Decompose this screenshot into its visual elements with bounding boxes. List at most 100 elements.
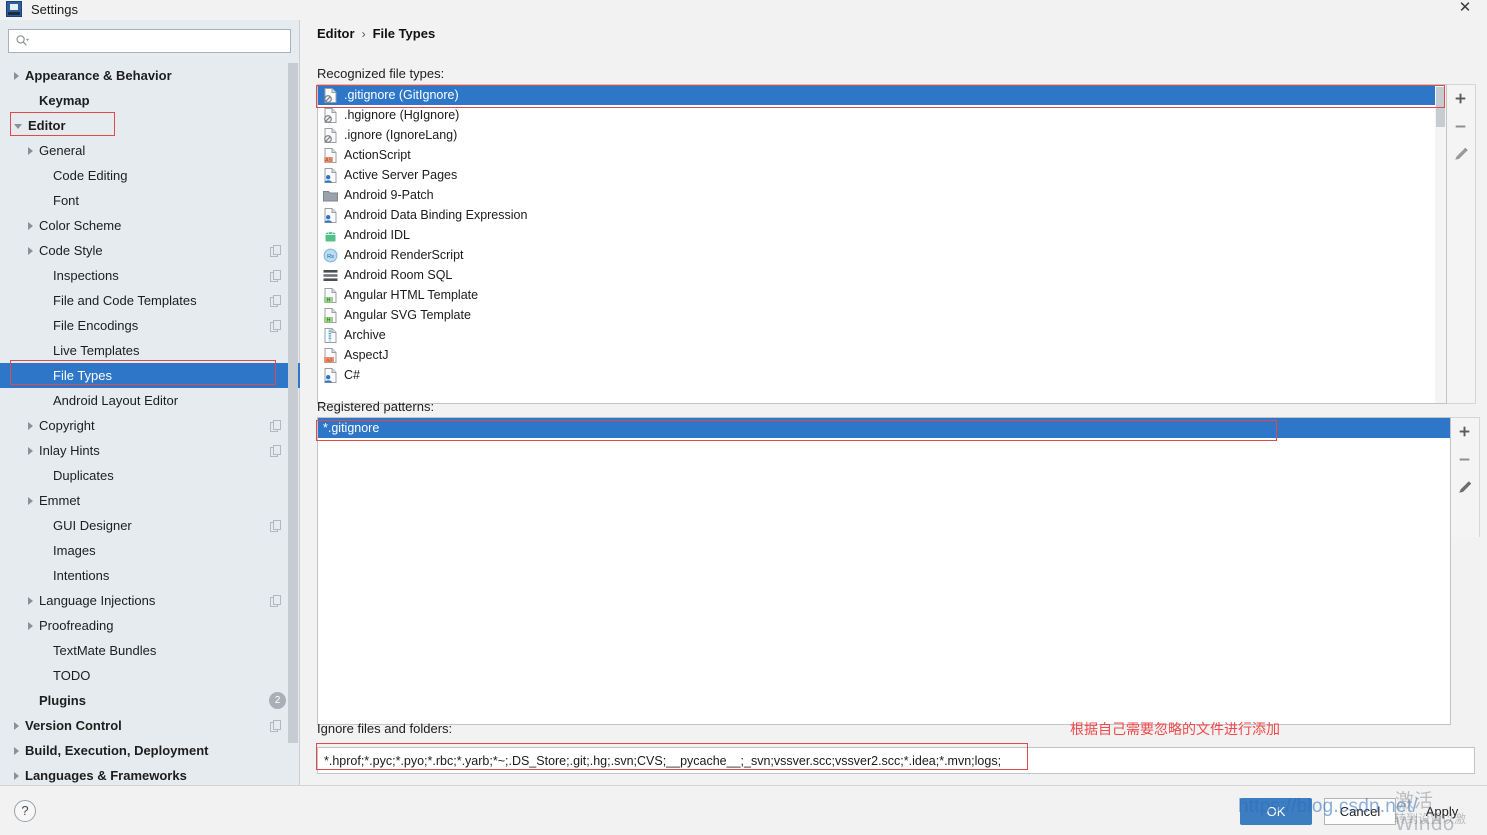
chevron-right-icon[interactable] [14,771,19,780]
sidebar-item-gui-designer[interactable]: GUI Designer [0,513,300,538]
sidebar-item-copyright[interactable]: Copyright [0,413,300,438]
file-type-row[interactable]: Rs Android RenderScript [318,245,1446,265]
sidebar-scrollbar[interactable] [288,63,298,785]
copy-settings-icon[interactable] [270,319,282,332]
file-type-row[interactable]: Android Data Binding Expression [318,205,1446,225]
chevron-right-icon[interactable] [14,71,19,80]
edit-icon[interactable] [1451,474,1478,502]
sidebar-item-textmate-bundles[interactable]: TextMate Bundles [0,638,300,663]
file-type-row[interactable]: .hgignore (HgIgnore) [318,105,1446,125]
help-icon[interactable]: ? [14,800,36,822]
registered-patterns-list[interactable]: *.gitignore [317,417,1451,725]
sidebar-item-appearance-behavior[interactable]: Appearance & Behavior [0,63,300,88]
file-type-row[interactable]: Android Room SQL [318,265,1446,285]
file-types-scrollbar[interactable] [1435,85,1446,403]
sidebar-item-editor[interactable]: Editor [0,113,300,138]
file-type-row[interactable]: AJ AspectJ [318,345,1446,365]
chevron-right-icon[interactable] [14,721,19,730]
settings-tree[interactable]: Appearance & Behavior Keymap Editor General… [0,63,300,785]
sidebar-item-intentions[interactable]: Intentions [0,563,300,588]
copy-settings-icon[interactable] [270,419,282,432]
sidebar-item-language-injections[interactable]: Language Injections [0,588,300,613]
ignore-files-input[interactable] [317,747,1475,774]
chevron-right-icon[interactable] [14,746,19,755]
sidebar-item-live-templates[interactable]: Live Templates [0,338,300,363]
chevron-right-icon[interactable] [28,496,33,505]
apply-button[interactable]: Apply [1406,798,1478,825]
search-box[interactable] [8,29,291,53]
file-type-row[interactable]: H Angular HTML Template [318,285,1446,305]
sidebar-item-proofreading[interactable]: Proofreading [0,613,300,638]
sidebar-item-color-scheme[interactable]: Color Scheme [0,213,300,238]
sidebar-item-label: Inlay Hints [39,443,100,458]
add-icon[interactable] [1451,418,1478,446]
file-type-row[interactable]: Android IDL [318,225,1446,245]
add-icon[interactable] [1447,85,1474,113]
sidebar-item-file-types[interactable]: File Types [0,363,300,388]
sidebar-item-build-execution-deployment[interactable]: Build, Execution, Deployment [0,738,300,763]
cancel-button[interactable]: Cancel [1324,798,1396,825]
sidebar-item-general[interactable]: General [0,138,300,163]
sidebar-item-label: Plugins [39,693,86,708]
file-type-row[interactable]: AS ActionScript [318,145,1446,165]
sidebar-item-code-style[interactable]: Code Style [0,238,300,263]
copy-settings-icon[interactable] [270,719,282,732]
edit-icon[interactable] [1447,141,1474,169]
angular-html-icon: H [323,287,338,303]
close-icon[interactable]: ✕ [1451,0,1479,18]
remove-icon[interactable] [1447,113,1474,141]
sidebar-item-inspections[interactable]: Inspections [0,263,300,288]
sidebar-item-file-encodings[interactable]: File Encodings [0,313,300,338]
file-types-scrollbar-thumb[interactable] [1436,87,1445,127]
file-type-row[interactable]: Android 9-Patch [318,185,1446,205]
chevron-right-icon[interactable] [28,421,33,430]
copy-settings-icon[interactable] [270,594,282,607]
copy-settings-icon[interactable] [270,519,282,532]
sidebar-item-plugins[interactable]: Plugins 2 [0,688,300,713]
sidebar-scrollbar-thumb[interactable] [288,63,298,743]
copy-settings-icon[interactable] [270,269,282,282]
sidebar-item-code-editing[interactable]: Code Editing [0,163,300,188]
sidebar-item-images[interactable]: Images [0,538,300,563]
sidebar-item-label: Intentions [53,568,110,583]
chevron-down-icon[interactable] [14,124,22,129]
chevron-right-icon[interactable] [28,621,33,630]
file-type-row[interactable]: .ignore (IgnoreLang) [318,125,1446,145]
pattern-row[interactable]: *.gitignore [318,418,1450,438]
sidebar-item-languages-frameworks[interactable]: Languages & Frameworks [0,763,300,785]
file-type-row[interactable]: .gitignore (GitIgnore) [318,85,1446,105]
file-type-label: Android Room SQL [344,268,453,282]
sidebar-item-todo[interactable]: TODO [0,663,300,688]
dialog-footer: ? OK Cancel Apply [0,785,1487,835]
chevron-right-icon[interactable] [28,596,33,605]
sidebar-item-label: Version Control [25,718,122,733]
chevron-right-icon[interactable] [28,246,33,255]
sidebar-item-label: Proofreading [39,618,114,633]
sidebar-item-emmet[interactable]: Emmet [0,488,300,513]
search-input[interactable] [35,30,286,52]
copy-settings-icon[interactable] [270,294,282,307]
copy-settings-icon[interactable] [270,244,282,257]
copy-settings-icon[interactable] [270,444,282,457]
file-type-row[interactable]: Active Server Pages [318,165,1446,185]
sidebar-item-font[interactable]: Font [0,188,300,213]
remove-icon[interactable] [1451,446,1478,474]
file-type-row[interactable]: Archive [318,325,1446,345]
sidebar-item-keymap[interactable]: Keymap [0,88,300,113]
ok-button[interactable]: OK [1240,798,1312,825]
sidebar-item-inlay-hints[interactable]: Inlay Hints [0,438,300,463]
sidebar-item-version-control[interactable]: Version Control [0,713,300,738]
recognized-file-types-list[interactable]: .gitignore (GitIgnore) .hgignore (HgIgnor… [317,84,1447,404]
chevron-right-icon[interactable] [28,446,33,455]
sidebar-item-android-layout-editor[interactable]: Android Layout Editor [0,388,300,413]
file-type-row[interactable]: C# [318,365,1446,385]
chevron-right-icon[interactable] [28,221,33,230]
sidebar-item-file-and-code-templates[interactable]: File and Code Templates [0,288,300,313]
chevron-right-icon[interactable] [28,146,33,155]
sidebar-item-duplicates[interactable]: Duplicates [0,463,300,488]
file-type-row[interactable]: H Angular SVG Template [318,305,1446,325]
file-type-label: Archive [344,328,386,342]
breadcrumb-root[interactable]: Editor [317,26,355,41]
